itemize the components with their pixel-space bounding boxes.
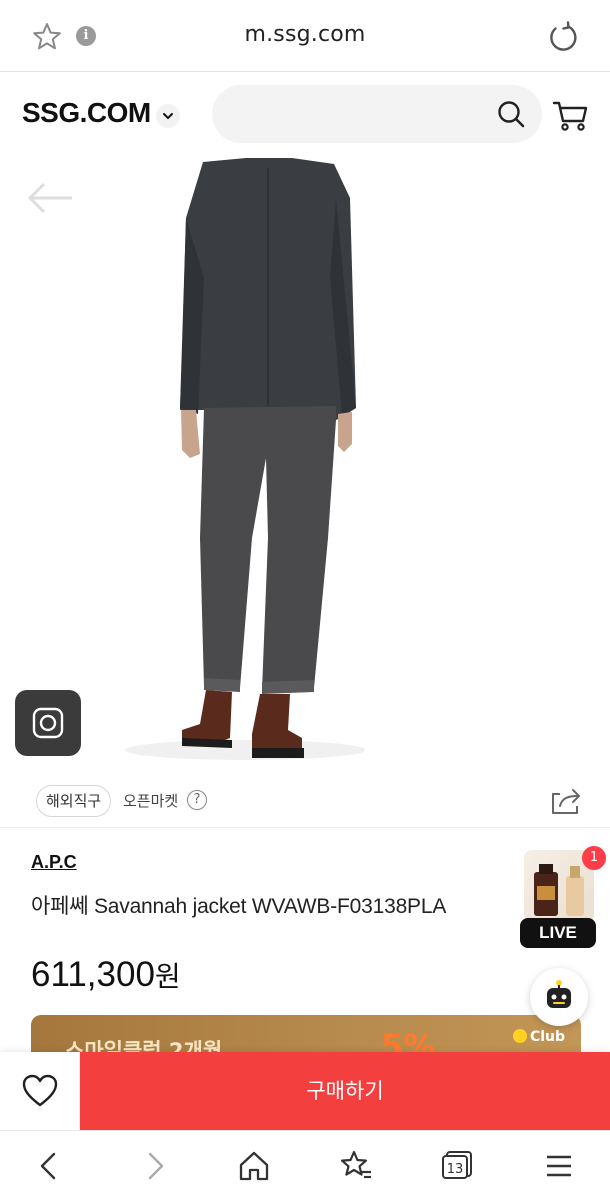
price: 611,300원 bbox=[31, 955, 181, 995]
back-icon[interactable] bbox=[32, 1148, 68, 1184]
overseas-direct-tag: 해외직구 bbox=[36, 785, 112, 817]
search-icon[interactable] bbox=[496, 99, 526, 129]
wishlist-button[interactable] bbox=[0, 1052, 80, 1130]
product-photo-model bbox=[125, 158, 365, 760]
bookmarks-icon[interactable] bbox=[338, 1148, 374, 1184]
buy-button[interactable]: 구매하기 bbox=[80, 1052, 610, 1130]
club-badge: Club bbox=[512, 1029, 565, 1045]
back-arrow-icon[interactable] bbox=[24, 178, 76, 218]
browser-bottom-nav: 13 bbox=[0, 1130, 610, 1200]
help-icon[interactable]: ? bbox=[187, 790, 207, 810]
cart-icon[interactable] bbox=[552, 99, 590, 133]
open-market-label: 오픈마켓 bbox=[123, 792, 179, 810]
product-title: 아페쎄 Savannah jacket WVAWB-F03138PLA bbox=[31, 895, 447, 918]
site-header: SSG.COM bbox=[0, 72, 610, 158]
menu-icon[interactable] bbox=[541, 1148, 577, 1184]
purchase-bar: 구매하기 bbox=[0, 1052, 610, 1130]
tabs-button[interactable]: 13 bbox=[441, 1150, 473, 1180]
image-search-button[interactable] bbox=[15, 690, 81, 756]
search-input[interactable] bbox=[212, 85, 542, 143]
ssg-logo[interactable]: SSG.COM bbox=[22, 97, 151, 129]
url-text[interactable]: m.ssg.com bbox=[0, 22, 610, 47]
product-image[interactable] bbox=[0, 158, 610, 774]
home-icon[interactable] bbox=[236, 1148, 272, 1184]
brand-link[interactable]: A.P.C bbox=[31, 852, 77, 873]
tabs-icon: 13 bbox=[442, 1151, 472, 1179]
club-label: Club bbox=[529, 1029, 565, 1045]
chevron-down-icon[interactable] bbox=[156, 104, 180, 128]
live-shopping-card[interactable]: LIVE 1 bbox=[520, 846, 606, 950]
live-label: LIVE bbox=[520, 918, 596, 948]
product-tags-row: 해외직구 오픈마켓 ? bbox=[0, 776, 610, 828]
forward-icon[interactable] bbox=[136, 1148, 172, 1184]
heart-icon bbox=[22, 1074, 58, 1107]
chatbot-icon bbox=[547, 980, 571, 1008]
share-icon[interactable] bbox=[550, 786, 582, 816]
live-count-badge: 1 bbox=[582, 846, 606, 870]
tab-count-text: 13 bbox=[447, 1162, 464, 1177]
price-unit: 원 bbox=[154, 961, 181, 992]
camera-icon bbox=[32, 707, 64, 739]
price-value: 611,300 bbox=[31, 955, 155, 994]
chatbot-button[interactable] bbox=[530, 968, 588, 1026]
smile-icon bbox=[512, 1029, 527, 1043]
browser-address-bar: i m.ssg.com bbox=[0, 0, 610, 72]
reload-icon[interactable] bbox=[546, 20, 580, 54]
